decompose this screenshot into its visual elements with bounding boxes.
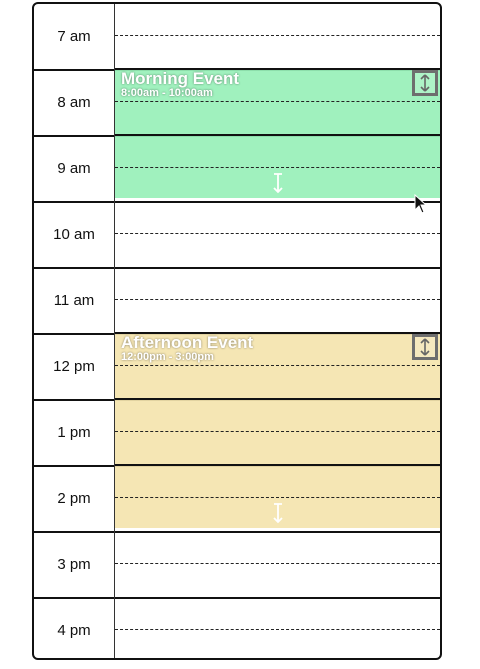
event-title: Morning Event — [121, 69, 240, 88]
event-title: Afternoon Event — [121, 333, 254, 352]
time-label: 9 am — [34, 136, 114, 203]
half-hour-line — [115, 35, 440, 36]
resize-handle[interactable] — [271, 172, 285, 194]
time-column: 7 am 8 am 9 am 10 am 11 am 12 pm 1 pm 2 … — [34, 4, 115, 658]
half-hour-line — [115, 497, 440, 498]
hour-slot[interactable] — [115, 202, 440, 269]
hour-slot[interactable] — [115, 598, 440, 658]
half-hour-line — [115, 629, 440, 630]
vertical-arrows-icon — [420, 74, 430, 92]
hour-divider — [115, 134, 440, 136]
time-label: 11 am — [34, 268, 114, 335]
move-handle-button[interactable] — [412, 70, 438, 96]
time-label: 12 pm — [34, 334, 114, 401]
hour-divider — [115, 464, 440, 466]
half-hour-line — [115, 431, 440, 432]
half-hour-line — [115, 167, 440, 168]
resize-vertical-icon — [272, 173, 283, 194]
time-label: 4 pm — [57, 622, 91, 639]
hour-divider — [115, 398, 440, 400]
half-hour-line — [115, 563, 440, 564]
time-label: 3 pm — [34, 532, 114, 599]
time-label: 1 pm — [34, 400, 114, 467]
resize-handle[interactable] — [271, 502, 285, 524]
day-calendar: 7 am 8 am 9 am 10 am 11 am 12 pm 1 pm 2 … — [32, 2, 442, 660]
event-morning[interactable]: Morning Event 8:00am - 10:00am — [115, 68, 440, 198]
half-hour-line — [115, 365, 440, 366]
time-label: 10 am — [34, 202, 114, 269]
day-column[interactable]: Morning Event 8:00am - 10:00am Afternoon… — [115, 4, 440, 658]
hour-slot[interactable] — [115, 532, 440, 599]
vertical-arrows-icon — [420, 338, 430, 356]
half-hour-line — [115, 233, 440, 234]
mouse-pointer-icon — [414, 194, 428, 214]
move-handle-button[interactable] — [412, 334, 438, 360]
resize-vertical-icon — [272, 503, 283, 524]
hour-slot[interactable] — [115, 268, 440, 335]
time-label: 8 am — [34, 70, 114, 137]
time-label: 2 pm — [34, 466, 114, 533]
event-afternoon[interactable]: Afternoon Event 12:00pm - 3:00pm — [115, 332, 440, 528]
half-hour-line — [115, 101, 440, 102]
event-time-range: 12:00pm - 3:00pm — [121, 351, 214, 363]
hour-slot[interactable] — [115, 4, 440, 71]
half-hour-line — [115, 299, 440, 300]
event-time-range: 8:00am - 10:00am — [121, 87, 213, 99]
time-label: 7 am — [34, 4, 114, 71]
